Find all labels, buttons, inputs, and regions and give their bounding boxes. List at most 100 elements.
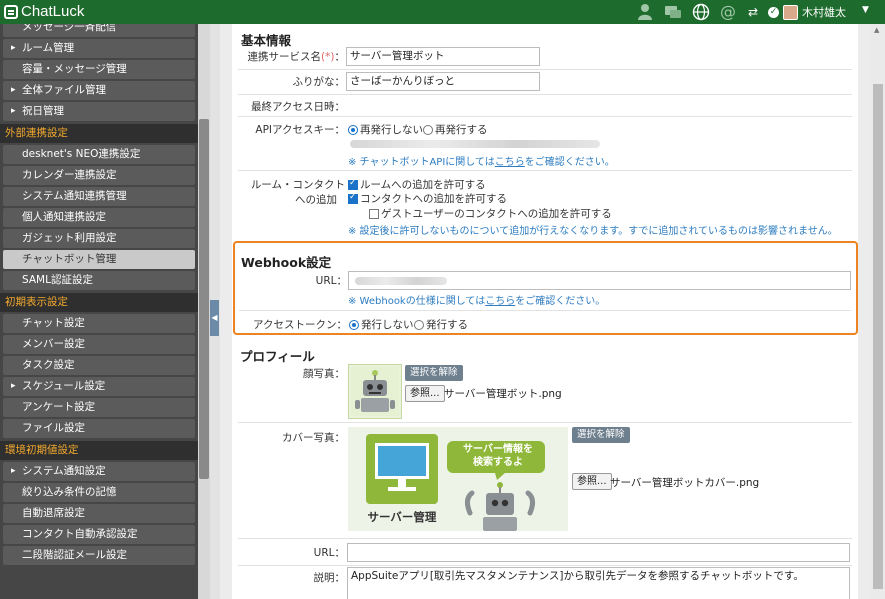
note-text: ※ チャットボットAPIに関しては xyxy=(348,157,495,168)
allow-guest-checkbox[interactable]: ゲストユーザーのコンタクトへの追加を許可する xyxy=(369,206,612,221)
checkbox-checked-icon xyxy=(348,192,358,204)
collapse-sidebar-button[interactable]: ◀ xyxy=(210,300,219,336)
sidebar-item-room[interactable]: ルーム管理 xyxy=(3,39,195,58)
sidebar-item-task[interactable]: タスク設定 xyxy=(3,356,195,375)
cover-caption: サーバー管理 xyxy=(367,510,437,524)
browse-photo-button[interactable]: 参照... xyxy=(405,385,445,402)
room-contact-label: ルーム・コンタクトへの追加 xyxy=(232,177,345,207)
section-title-profile: プロフィール xyxy=(240,349,315,364)
divider xyxy=(238,170,852,171)
service-name-label-text: 連携サービス名 xyxy=(247,51,322,63)
service-name-input[interactable]: サーバー管理ボット xyxy=(346,47,540,66)
furigana-label: ふりがな： xyxy=(232,74,346,89)
last-access-label: 最終アクセス日時： xyxy=(232,99,345,114)
sidebar-section-env: 環境初期値設定 xyxy=(0,441,198,460)
sidebar-scroll-thumb[interactable] xyxy=(199,119,209,479)
sidebar-item-gadget[interactable]: ガジェット利用設定 xyxy=(3,229,195,248)
radio-unselected-icon xyxy=(414,319,424,330)
scroll-up-icon[interactable]: ▲ xyxy=(874,26,879,34)
at-icon[interactable]: @ xyxy=(719,3,737,21)
sidebar-item-label: システム通知設定 xyxy=(22,465,106,477)
app-logo[interactable]: ChatLuck xyxy=(4,3,84,20)
globe-icon[interactable] xyxy=(692,3,710,21)
allow-contact-checkbox[interactable]: コンタクトへの追加を許可する xyxy=(348,191,507,206)
sidebar-item-chat[interactable]: チャット設定 xyxy=(3,314,195,333)
sidebar-item-label: 自動退席設定 xyxy=(22,507,85,519)
sidebar-scrollbar[interactable] xyxy=(198,24,210,599)
radio-label: 再発行しない xyxy=(360,124,423,136)
allow-room-checkbox[interactable]: ルームへの追加を許可する xyxy=(348,177,486,192)
sidebar-item-broadcast[interactable]: メッセージ一斉配信 xyxy=(3,24,195,37)
chevron-down-icon[interactable]: ▼ xyxy=(862,5,869,15)
section-title-webhook: Webhook設定 xyxy=(241,255,332,270)
api-key-value-redacted xyxy=(350,140,600,148)
label-colon: ： xyxy=(334,572,346,584)
sidebar-item-holiday[interactable]: 祝日管理 xyxy=(3,102,195,121)
radio-unselected-icon xyxy=(423,124,433,135)
sidebar-item-file[interactable]: ファイル設定 xyxy=(3,419,195,438)
clear-photo-button[interactable]: 選択を解除 xyxy=(405,365,463,381)
sidebar-item-label: メッセージ一斉配信 xyxy=(22,24,117,33)
divider xyxy=(238,116,852,117)
divider xyxy=(238,565,852,566)
sidebar-item-2fa-mail[interactable]: 二段階認証メール設定 xyxy=(3,546,195,565)
app-header: ChatLuck @ ⇄ ✓ 木村雄太 ▼ xyxy=(0,0,885,24)
sidebar-item-capacity[interactable]: 容量・メッセージ管理 xyxy=(3,60,195,79)
sidebar-item-label: 祝日管理 xyxy=(22,105,64,117)
sidebar-item-saml[interactable]: SAML認証設定 xyxy=(3,271,195,290)
clear-cover-button[interactable]: 選択を解除 xyxy=(572,427,630,443)
checkbox-unchecked-icon xyxy=(369,208,379,219)
sidebar-item-calendar[interactable]: カレンダー連携設定 xyxy=(3,166,195,185)
divider xyxy=(238,94,852,95)
cover-filename: サーバー管理ボットカバー.png xyxy=(610,477,760,489)
room-contact-label-line2: への追加 xyxy=(295,194,337,206)
radio-selected-icon xyxy=(349,319,359,330)
sidebar-item-survey[interactable]: アンケート設定 xyxy=(3,398,195,417)
furigana-input[interactable]: さーばーかんりぼっと xyxy=(346,72,540,91)
sidebar-item-label: 二段階認証メール設定 xyxy=(22,549,127,561)
token-yes-radio[interactable]: 発行する xyxy=(414,317,468,332)
webhook-url-input[interactable] xyxy=(348,271,851,290)
api-key-label-text: APIアクセスキー xyxy=(255,124,335,136)
sidebar-item-contact-approve[interactable]: コンタクト自動承認設定 xyxy=(3,525,195,544)
room-contact-label-line1: ルーム・コンタクト xyxy=(250,179,345,191)
sidebar-item-schedule[interactable]: スケジュール設定 xyxy=(3,377,195,396)
cover-bubble-line2: 検索するよ xyxy=(473,457,523,468)
sidebar-item-label: 絞り込み条件の記憶 xyxy=(22,486,117,498)
sidebar-item-label: メンバー設定 xyxy=(22,338,85,350)
label-colon: ： xyxy=(334,101,346,113)
sidebar-item-auto-away[interactable]: 自動退席設定 xyxy=(3,504,195,523)
main-scroll-thumb[interactable] xyxy=(873,84,883,589)
url-label-text: URL xyxy=(313,547,335,559)
profile-url-input[interactable] xyxy=(347,543,850,562)
api-doc-link[interactable]: こちら xyxy=(495,157,525,168)
sidebar-item-filter-memory[interactable]: 絞り込み条件の記憶 xyxy=(3,483,195,502)
sidebar-item-neo[interactable]: desknet's NEO連携設定 xyxy=(3,145,195,164)
last-access-label-text: 最終アクセス日時 xyxy=(251,101,335,113)
main-scrollbar[interactable]: ▲ xyxy=(871,24,885,599)
checkbox-label: ゲストユーザーのコンタクトへの追加を許可する xyxy=(381,208,612,220)
sidebar-item-label: 全体ファイル管理 xyxy=(22,84,106,96)
token-no-radio[interactable]: 発行しない xyxy=(349,317,414,332)
sidebar-item-system-notify-setting[interactable]: システム通知設定 xyxy=(3,462,195,481)
sidebar-item-label: コンタクト自動承認設定 xyxy=(22,528,138,540)
person-icon[interactable] xyxy=(636,3,654,21)
user-menu[interactable]: ✓ 木村雄太 xyxy=(768,4,846,20)
sidebar-item-label: タスク設定 xyxy=(22,359,75,371)
webhook-doc-link[interactable]: こちら xyxy=(485,296,515,307)
sidebar-item-personal-notify[interactable]: 個人通知連携設定 xyxy=(3,208,195,227)
api-reissue-no-radio[interactable]: 再発行しない xyxy=(348,122,423,137)
swap-icon[interactable]: ⇄ xyxy=(744,3,762,21)
browse-cover-button[interactable]: 参照... xyxy=(572,473,612,490)
api-reissue-yes-radio[interactable]: 再発行する xyxy=(423,122,488,137)
sidebar-item-member[interactable]: メンバー設定 xyxy=(3,335,195,354)
profile-photo-preview xyxy=(348,364,402,419)
sidebar-item-files[interactable]: 全体ファイル管理 xyxy=(3,81,195,100)
chat-icon[interactable] xyxy=(664,3,682,21)
sidebar-item-chatbot[interactable]: チャットボット管理 xyxy=(3,250,195,269)
sidebar-item-system-notify[interactable]: システム通知連携管理 xyxy=(3,187,195,206)
webhook-url-label-text: URL xyxy=(315,275,337,287)
label-colon: ： xyxy=(334,368,346,380)
access-token-label-text: アクセストークン xyxy=(253,319,337,331)
description-textarea[interactable]: AppSuiteアプリ[取引先マスタメンテナンス]から取引先データを参照するチャ… xyxy=(347,567,850,599)
